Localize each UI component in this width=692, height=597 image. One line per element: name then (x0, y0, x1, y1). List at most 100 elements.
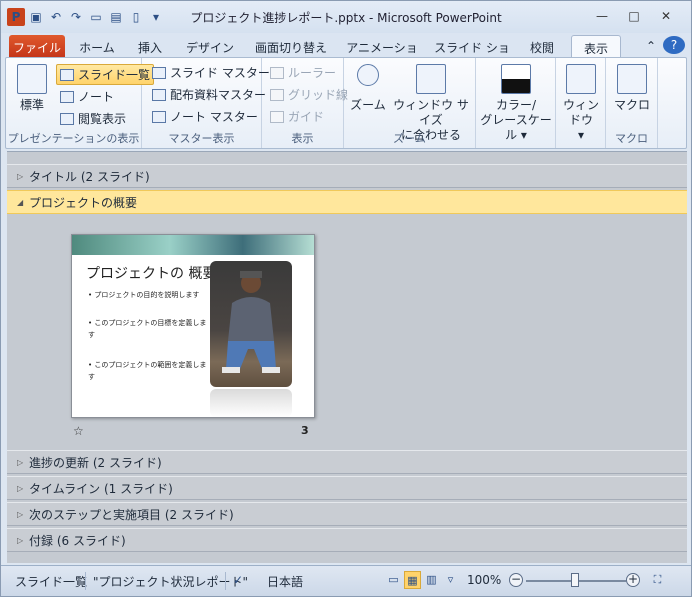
expand-icon: ▷ (17, 483, 24, 493)
section-header-selected[interactable]: ◢ プロジェクトの概要 (7, 190, 687, 214)
slide-bullet: • このプロジェクトの範囲を定義します (88, 361, 207, 381)
section-header[interactable]: ▷ タイムライン (1 スライド) (7, 476, 687, 500)
slide-number: 3 (301, 424, 309, 437)
ribbon-view: 標準 スライド一覧 ノート 閲覧表示 プレゼンテーションの表示 スライド マスタ… (5, 57, 687, 149)
normal-view-button[interactable]: 標準 (10, 64, 54, 113)
close-button[interactable]: ✕ (653, 9, 679, 25)
macro-icon (617, 64, 647, 94)
reading-view-label: 閲覧表示 (78, 112, 127, 126)
gridlines-checkbox[interactable]: グリッド線 (270, 86, 348, 103)
slide-star-icon[interactable]: ☆ (73, 424, 84, 438)
guides-checkbox[interactable]: ガイド (270, 108, 324, 125)
group-label-master: マスター表示 (168, 132, 235, 145)
tab-design[interactable]: デザイン (177, 35, 243, 57)
window-label: ウィンドウ (562, 98, 599, 127)
reading-view-icon (60, 112, 74, 125)
section-name: 次のステップと実施項目 (2 スライド) (29, 507, 234, 522)
window-icon (566, 64, 596, 94)
tab-review[interactable]: 校閲 (519, 35, 565, 57)
slide-sorter-view-icon[interactable]: ▦ (404, 571, 421, 589)
zoom-label: ズーム (350, 98, 386, 112)
zoom-slider-thumb[interactable] (571, 573, 579, 587)
color-grayscale-icon (501, 64, 531, 94)
section-header[interactable]: ▷ タイトル (2 スライド) (7, 164, 687, 188)
slide-sorter-icon (60, 68, 74, 81)
slide-title: プロジェクトの 概要 (86, 266, 217, 282)
status-view-name: スライド一覧 (15, 575, 88, 589)
reading-view-button[interactable]: 閲覧表示 (60, 110, 126, 127)
window-button[interactable]: ウィンドウ ▾ (558, 64, 604, 143)
window-dropdown-arrow: ▾ (577, 128, 585, 142)
tab-insert[interactable]: 挿入 (127, 35, 173, 57)
normal-view-icon (17, 64, 47, 94)
ruler-checkbox[interactable]: ルーラー (270, 64, 336, 81)
status-divider (85, 572, 86, 590)
guides-checkbox-icon (270, 110, 284, 123)
group-window: ウィンドウ ▾ (556, 58, 606, 148)
tab-transitions[interactable]: 画面切り替え (247, 35, 335, 57)
section-header[interactable]: ▷ 付録 (6 スライド) (7, 528, 687, 552)
reading-view-icon[interactable]: ▥ (423, 571, 440, 589)
notes-page-button[interactable]: ノート (60, 88, 114, 105)
zoom-level[interactable]: 100% (467, 573, 501, 587)
tab-slideshow[interactable]: スライド ショー (429, 35, 515, 72)
tab-file[interactable]: ファイル (9, 35, 65, 57)
group-macro: マクロ マクロ (606, 58, 658, 148)
tab-home[interactable]: ホーム (71, 35, 123, 57)
slide-sorter-label: スライド一覧 (78, 68, 151, 82)
ruler-checkbox-icon (270, 66, 284, 79)
notes-master-button[interactable]: ノート マスター (152, 108, 258, 125)
status-bar: スライド一覧 "プロジェクト状況レポート" ✓ 日本語 ▭ ▦ ▥ ▿ 100%… (1, 565, 691, 596)
magnifier-icon (357, 64, 379, 86)
notes-page-label: ノート (78, 90, 115, 104)
expand-icon: ▷ (17, 171, 24, 181)
expand-icon: ▷ (17, 509, 24, 519)
section-header[interactable]: ▷ 次のステップと実施項目 (2 スライド) (7, 502, 687, 526)
gridlines-label: グリッド線 (288, 88, 349, 102)
slideshow-view-icon[interactable]: ▿ (442, 571, 459, 589)
spellcheck-icon[interactable]: ✓ (233, 573, 243, 587)
ribbon-collapse-icon[interactable]: ⌃ (641, 35, 661, 57)
slide-master-label: スライド マスター (170, 66, 270, 80)
group-master-views: スライド マスター 配布資料マスター ノート マスター マスター表示 (142, 58, 270, 148)
normal-view-label: 標準 (19, 98, 44, 112)
notes-master-label: ノート マスター (170, 110, 258, 124)
section-name: 進捗の更新 (2 スライド) (29, 455, 162, 470)
maximize-button[interactable]: □ (621, 9, 647, 25)
tab-animations[interactable]: アニメーション (341, 35, 423, 72)
collapse-icon: ◢ (17, 197, 24, 207)
normal-view-icon[interactable]: ▭ (385, 571, 402, 589)
zoom-button[interactable]: ズーム (350, 64, 386, 113)
section-name: タイトル (2 スライド) (29, 169, 150, 184)
slide-thumbnail-3[interactable]: プロジェクトの 概要 • プロジェクトの目的を説明します • このプロジェクトの… (71, 234, 315, 418)
zoom-out-button[interactable]: − (509, 573, 523, 587)
section-name: タイムライン (1 スライド) (29, 481, 173, 496)
group-zoom: ズーム ウィンドウ サイズ に合わせる ズーム (344, 58, 476, 148)
minimize-button[interactable]: — (589, 9, 615, 25)
expand-icon: ▷ (17, 457, 24, 467)
window-title: プロジェクト進捗レポート.pptx - Microsoft PowerPoint (190, 11, 502, 25)
group-label-show: 表示 (291, 132, 314, 145)
zoom-in-button[interactable]: + (626, 573, 640, 587)
group-show: ルーラー グリッド線 ガイド 表示 (262, 58, 348, 148)
slide-sorter-button[interactable]: スライド一覧 (56, 64, 155, 85)
title-bar: P ▣ ↶ ↷ ▭ ▤ ▯ ▾ プロジェクト進捗レポート.pptx - Micr… (1, 1, 691, 33)
tab-view[interactable]: 表示 (571, 35, 621, 57)
fit-slide-icon[interactable]: ⛶ (649, 571, 666, 589)
help-icon[interactable]: ? (663, 36, 685, 54)
slide-master-button[interactable]: スライド マスター (152, 64, 270, 81)
slide-photo (210, 261, 292, 387)
section-header[interactable]: ▷ 進捗の更新 (2 スライド) (7, 450, 687, 474)
status-language[interactable]: 日本語 (267, 573, 303, 590)
photo-reflection (210, 389, 292, 417)
slide-bullet: • このプロジェクトの目標を定義します (88, 319, 207, 339)
macro-button[interactable]: マクロ (610, 64, 654, 113)
powerpoint-window: P ▣ ↶ ↷ ▭ ▤ ▯ ▾ プロジェクト進捗レポート.pptx - Micr… (0, 0, 692, 597)
color-grayscale-button[interactable]: カラー/ グレースケール ▾ (478, 64, 554, 143)
section-name: プロジェクトの概要 (29, 195, 138, 210)
notes-page-icon (60, 90, 74, 103)
handout-master-label: 配布資料マスター (170, 88, 267, 102)
expand-icon: ▷ (17, 535, 24, 545)
handout-master-button[interactable]: 配布資料マスター (152, 86, 266, 103)
slide-bullet: • プロジェクトの目的を説明します (88, 291, 200, 299)
